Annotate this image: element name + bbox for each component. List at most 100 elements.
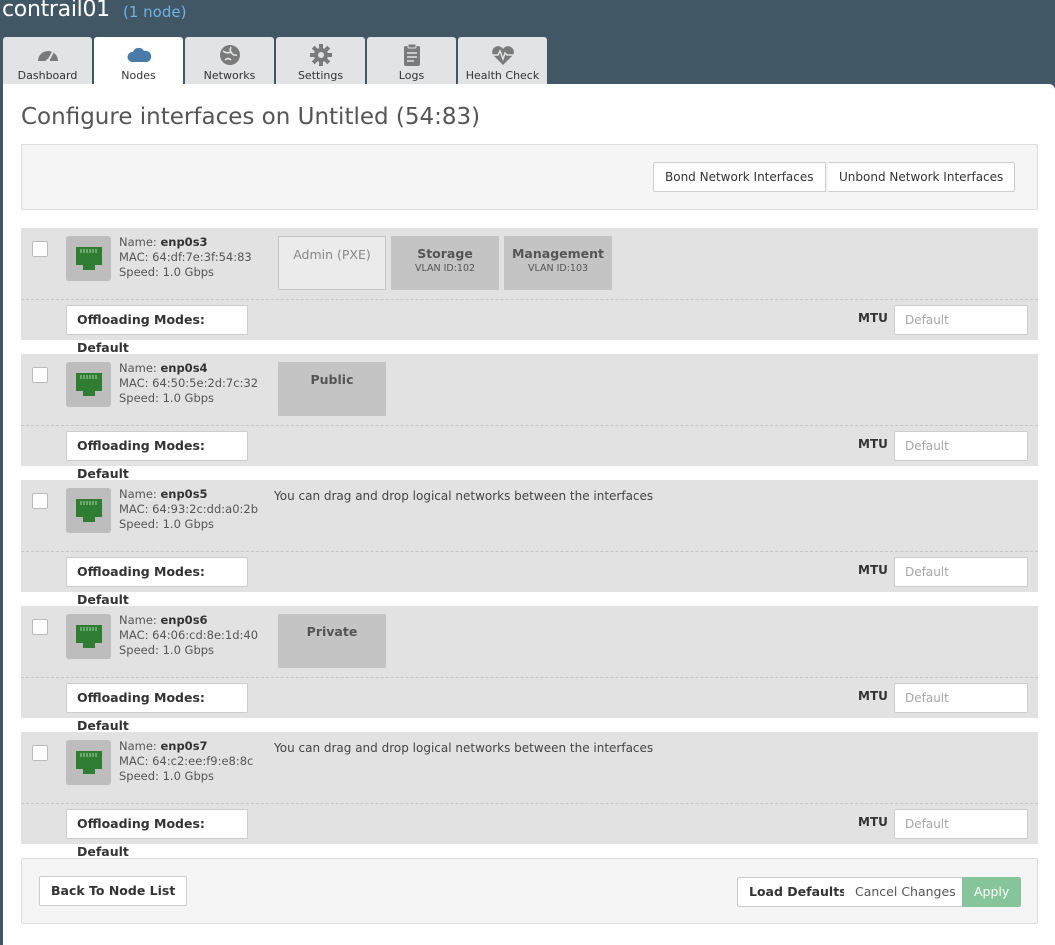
interface-row: Name: enp0s3 MAC: 64:df:7e:3f:54:83 Spee… xyxy=(21,228,1038,355)
speed-label: Speed: xyxy=(119,643,159,657)
interface-speed: 1.0 Gbps xyxy=(162,517,215,531)
page-footer: Back To Node List Load Defaults Cancel C… xyxy=(21,858,1038,924)
interface-speed: 1.0 Gbps xyxy=(162,643,215,657)
ethernet-port-icon xyxy=(75,373,102,396)
interface-name: enp0s5 xyxy=(160,487,208,501)
interface-speed: 1.0 Gbps xyxy=(162,391,215,405)
cancel-changes-button[interactable]: Cancel Changes xyxy=(844,877,968,907)
name-label: Name: xyxy=(119,487,157,501)
mtu-input[interactable] xyxy=(894,809,1028,839)
mtu-input[interactable] xyxy=(894,557,1028,587)
interface-toolbar: Bond Network Interfaces Unbond Network I… xyxy=(21,144,1038,210)
interface-info: Name: enp0s5 MAC: 64:93:2c:dd:a0:2b Spee… xyxy=(119,487,258,532)
speed-label: Speed: xyxy=(119,265,159,279)
dashboard-icon xyxy=(37,51,58,63)
unbond-interfaces-button[interactable]: Unbond Network Interfaces xyxy=(828,162,1016,192)
mac-label: MAC: xyxy=(119,502,149,516)
tab-label: Networks xyxy=(203,69,256,82)
mtu-input[interactable] xyxy=(894,683,1028,713)
interface-info: Name: enp0s6 MAC: 64:06:cd:8e:1d:40 Spee… xyxy=(119,613,258,658)
speed-label: Speed: xyxy=(119,391,159,405)
interface-mac: 64:93:2c:dd:a0:2b xyxy=(152,502,259,516)
mtu-input[interactable] xyxy=(894,431,1028,461)
env-title: contrail01 xyxy=(2,0,110,22)
interface-name: enp0s7 xyxy=(160,739,208,753)
globe-icon xyxy=(219,45,240,65)
apply-button[interactable]: Apply xyxy=(962,877,1022,907)
tab-health-check[interactable]: Health Check xyxy=(458,37,547,84)
back-to-node-list-button[interactable]: Back To Node List xyxy=(39,876,188,906)
network-name: Admin (PXE) xyxy=(293,247,371,262)
interface-info: Name: enp0s7 MAC: 64:c2:ee:f9:e8:8c Spee… xyxy=(119,739,253,784)
offloading-modes-button[interactable]: Offloading Modes: Default xyxy=(66,431,248,481)
interface-checkbox[interactable] xyxy=(32,493,48,509)
network-name: Storage xyxy=(417,246,473,261)
interface-checkbox[interactable] xyxy=(32,745,48,761)
interface-row: Name: enp0s7 MAC: 64:c2:ee:f9:e8:8c Spee… xyxy=(21,732,1038,859)
network-vlan: VLAN ID:103 xyxy=(527,263,589,274)
interface-mac: 64:06:cd:8e:1d:40 xyxy=(152,628,259,642)
interface-info: Name: enp0s4 MAC: 64:50:5e:2d:7c:32 Spee… xyxy=(119,361,258,406)
speed-label: Speed: xyxy=(119,769,159,783)
mtu-label: MTU xyxy=(858,311,888,325)
name-label: Name: xyxy=(119,739,157,753)
offloading-modes-button[interactable]: Offloading Modes: Default xyxy=(66,683,248,733)
row-divider xyxy=(21,677,1038,678)
mtu-label: MTU xyxy=(858,815,888,829)
ethernet-port-icon xyxy=(75,247,102,270)
tab-label: Dashboard xyxy=(17,69,78,82)
interface-checkbox[interactable] xyxy=(32,367,48,383)
mtu-label: MTU xyxy=(858,689,888,703)
mtu-label: MTU xyxy=(858,563,888,577)
interface-mac: 64:50:5e:2d:7c:32 xyxy=(152,376,259,390)
main-panel: Configure interfaces on Untitled (54:83)… xyxy=(3,84,1055,945)
heart-pulse-icon xyxy=(491,46,514,65)
interface-mac: 64:c2:ee:f9:e8:8c xyxy=(152,754,254,768)
port-icon-box xyxy=(66,614,111,659)
tab-label: Health Check xyxy=(465,69,540,82)
port-icon-box xyxy=(66,740,111,785)
network-name: Management xyxy=(511,246,604,261)
tab-label: Nodes xyxy=(121,69,156,82)
offloading-modes-button[interactable]: Offloading Modes: Default xyxy=(66,809,248,859)
mac-label: MAC: xyxy=(119,628,149,642)
interface-speed: 1.0 Gbps xyxy=(162,769,215,783)
mtu-input[interactable] xyxy=(894,305,1028,335)
network-block[interactable]: Private xyxy=(278,614,386,668)
interface-checkbox[interactable] xyxy=(32,619,48,635)
network-block[interactable]: Storage VLAN ID:102 xyxy=(391,236,499,290)
mac-label: MAC: xyxy=(119,754,149,768)
interface-row: Name: enp0s5 MAC: 64:93:2c:dd:a0:2b Spee… xyxy=(21,480,1038,607)
port-icon-box xyxy=(66,236,111,281)
interface-checkbox[interactable] xyxy=(32,241,48,257)
tab-settings[interactable]: Settings xyxy=(276,37,365,84)
tab-logs[interactable]: Logs xyxy=(367,37,456,84)
name-label: Name: xyxy=(119,613,157,627)
port-icon-box xyxy=(66,362,111,407)
offloading-modes-button[interactable]: Offloading Modes: Default xyxy=(66,305,248,355)
tab-dashboard[interactable]: Dashboard xyxy=(3,37,92,84)
tab-label: Logs xyxy=(398,69,425,82)
interface-row: Name: enp0s6 MAC: 64:06:cd:8e:1d:40 Spee… xyxy=(21,606,1038,733)
interface-info: Name: enp0s3 MAC: 64:df:7e:3f:54:83 Spee… xyxy=(119,235,252,280)
interface-mac: 64:df:7e:3f:54:83 xyxy=(152,250,252,264)
interface-name: enp0s4 xyxy=(160,361,208,375)
cloud-icon xyxy=(126,47,151,62)
port-icon-box xyxy=(66,488,111,533)
mtu-label: MTU xyxy=(858,437,888,451)
name-label: Name: xyxy=(119,235,157,249)
tab-networks[interactable]: Networks xyxy=(185,37,274,84)
drag-drop-hint: You can drag and drop logical networks b… xyxy=(274,741,654,755)
interface-name: enp0s6 xyxy=(160,613,208,627)
node-count[interactable]: (1 node) xyxy=(123,3,186,21)
network-block[interactable]: Admin (PXE) xyxy=(278,236,386,290)
bond-interfaces-button[interactable]: Bond Network Interfaces xyxy=(653,162,826,192)
name-label: Name: xyxy=(119,361,157,375)
tab-nodes[interactable]: Nodes xyxy=(94,37,183,85)
offloading-modes-button[interactable]: Offloading Modes: Default xyxy=(66,557,248,607)
network-block[interactable]: Management VLAN ID:103 xyxy=(504,236,612,290)
load-defaults-button[interactable]: Load Defaults xyxy=(737,877,859,907)
row-divider xyxy=(21,803,1038,804)
network-block[interactable]: Public xyxy=(278,362,386,416)
network-name: Private xyxy=(306,624,358,639)
